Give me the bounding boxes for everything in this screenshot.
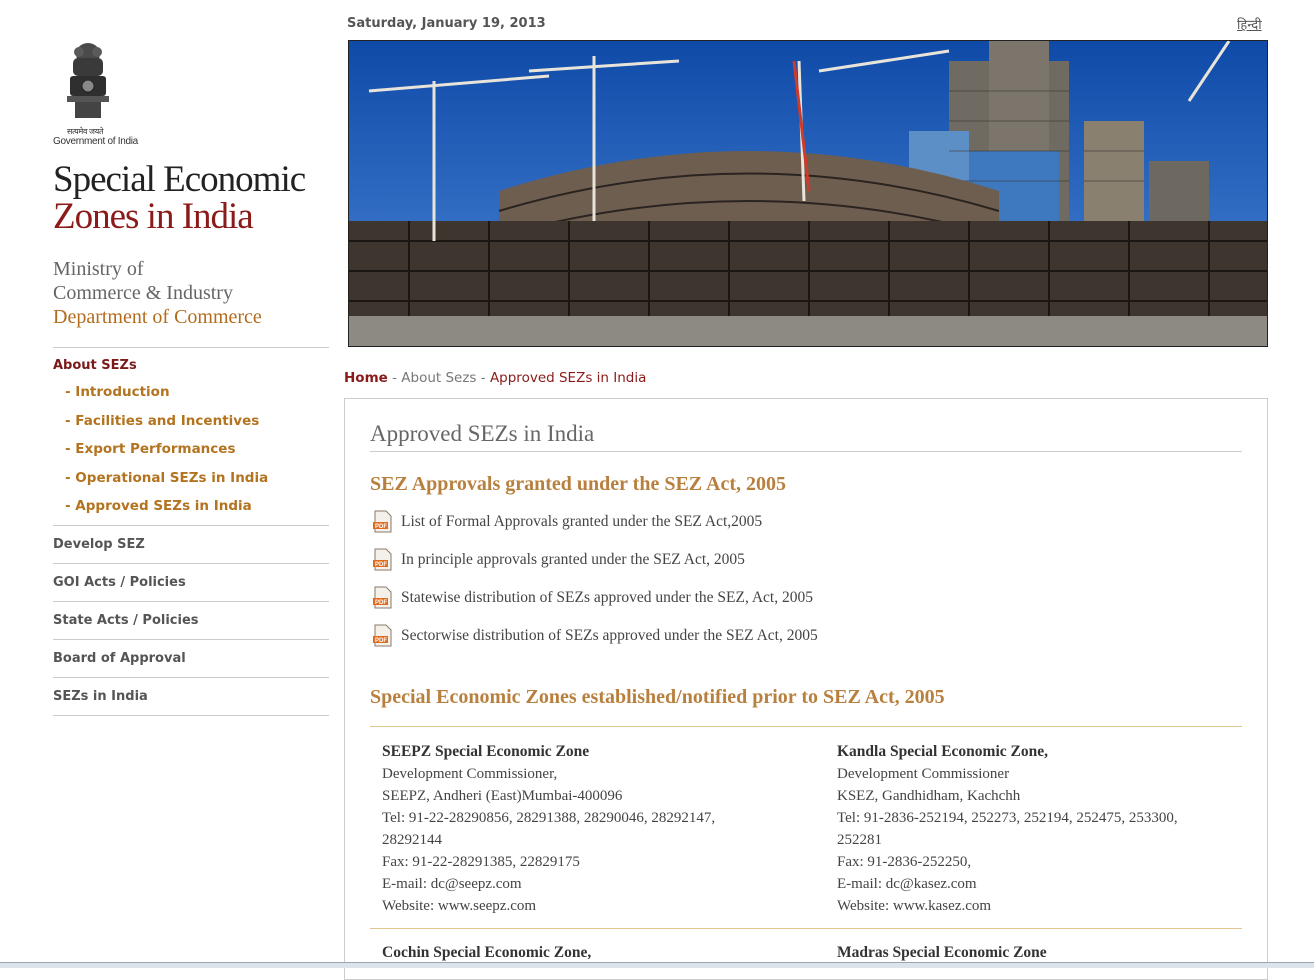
zone-tel-cont: 252281 <box>837 832 882 848</box>
svg-text:PDF: PDF <box>375 524 387 530</box>
document-link-label[interactable]: List of Formal Approvals granted under t… <box>401 513 762 531</box>
zone-contact-cochin: Cochin Special Economic Zone, <box>382 942 762 964</box>
zone-website[interactable]: Website: www.kasez.com <box>837 895 1217 917</box>
breadcrumb: Home - About Sezs - Approved SEZs in Ind… <box>344 370 646 386</box>
national-emblem-logo[interactable]: सत्यमेव जयते Government of India <box>53 40 138 150</box>
sidebar-item-develop-sez[interactable]: Develop SEZ <box>53 524 329 563</box>
zone-tel: Tel: 91-22-28290856, 28291388, 28290046,… <box>382 810 716 826</box>
sidebar-item-goi-acts[interactable]: GOI Acts / Policies <box>53 562 329 601</box>
section-heading-prior-zones: Special Economic Zones established/notif… <box>370 686 945 708</box>
zone-commissioner: Development Commissioner <box>837 766 1010 782</box>
page-title: Approved SEZs in India <box>370 421 595 446</box>
zone-website[interactable]: Website: www.seepz.com <box>382 895 762 917</box>
section-heading-sez-approvals: SEZ Approvals granted under the SEZ Act,… <box>370 473 787 495</box>
hindi-language-link[interactable]: हिन्दी <box>1237 15 1262 33</box>
site-title-line2: Zones in India <box>53 196 254 237</box>
sidebar-item-sezs-in-india[interactable]: SEZs in India <box>53 676 329 716</box>
breadcrumb-separator: - <box>387 370 402 386</box>
zone-contact-seepz: SEEPZ Special Economic Zone Development … <box>382 741 762 917</box>
zone-tel-cont: 28292144 <box>382 832 442 848</box>
breadcrumb-current: Approved SEZs in India <box>489 370 647 386</box>
sidebar-subitem-export-performances[interactable]: - Export Performances <box>53 435 329 464</box>
document-link[interactable]: PDF Sectorwise distribution of SEZs appr… <box>372 623 818 649</box>
title-divider <box>370 451 1242 452</box>
document-link[interactable]: PDF Statewise distribution of SEZs appro… <box>372 585 813 611</box>
sidebar-subitem-facilities[interactable]: - Facilities and Incentives <box>53 407 329 436</box>
sidebar-nav: About SEZs - Introduction - Facilities a… <box>53 347 329 716</box>
zone-fax: Fax: 91-2836-252250, <box>837 854 972 870</box>
sidebar-item-about-sezs[interactable]: About SEZs <box>53 358 329 376</box>
sidebar-subitem-approved-sezs[interactable]: - Approved SEZs in India <box>53 492 329 521</box>
ministry-block: Ministry of Commerce & Industry Departme… <box>53 257 262 329</box>
construction-banner-image <box>348 40 1268 347</box>
zone-tel: Tel: 91-2836-252194, 252273, 252194, 252… <box>837 810 1178 826</box>
zone-fax: Fax: 91-22-28291385, 22829175 <box>382 854 580 870</box>
sidebar-item-board-of-approval[interactable]: Board of Approval <box>53 638 329 677</box>
pdf-file-icon: PDF <box>372 548 394 572</box>
zone-email[interactable]: E-mail: dc@seepz.com <box>382 873 762 895</box>
pdf-file-icon: PDF <box>372 510 394 534</box>
current-date: Saturday, January 19, 2013 <box>347 16 546 31</box>
breadcrumb-separator: - <box>476 370 490 386</box>
pdf-file-icon: PDF <box>372 624 394 648</box>
site-title[interactable]: Special Economic Zones in India <box>53 159 306 237</box>
construction-site-illustration <box>349 41 1267 346</box>
svg-text:PDF: PDF <box>375 638 387 644</box>
zone-name: Kandla Special Economic Zone, <box>837 743 1048 760</box>
document-link-label[interactable]: Statewise distribution of SEZs approved … <box>401 589 813 607</box>
department-name: Department of Commerce <box>53 306 262 328</box>
document-link-label[interactable]: Sectorwise distribution of SEZs approved… <box>401 627 818 645</box>
zone-address: SEEPZ, Andheri (East)Mumbai-400096 <box>382 788 623 804</box>
content-panel: Approved SEZs in India SEZ Approvals gra… <box>344 398 1268 980</box>
document-link-label[interactable]: In principle approvals granted under the… <box>401 551 745 569</box>
sidebar-subitem-operational-sezs[interactable]: - Operational SEZs in India <box>53 464 329 493</box>
ministry-line2: Commerce & Industry <box>53 282 233 304</box>
sidebar-subnav: - Introduction - Facilities and Incentiv… <box>53 378 329 525</box>
ashoka-emblem-icon <box>67 43 109 118</box>
zone-name: SEEPZ Special Economic Zone <box>382 743 590 760</box>
breadcrumb-parent: About Sezs <box>401 370 477 386</box>
zone-email[interactable]: E-mail: dc@kasez.com <box>837 873 1217 895</box>
document-link[interactable]: PDF In principle approvals granted under… <box>372 547 745 573</box>
section-divider <box>370 726 1242 727</box>
site-title-line1: Special Economic <box>53 159 306 200</box>
emblem-caption: Government of India <box>53 136 138 147</box>
sidebar-subitem-introduction[interactable]: - Introduction <box>53 378 329 407</box>
pdf-file-icon: PDF <box>372 586 394 610</box>
svg-text:PDF: PDF <box>375 562 387 568</box>
svg-text:PDF: PDF <box>375 600 387 606</box>
ministry-line1: Ministry of <box>53 258 144 280</box>
zone-name: Madras Special Economic Zone <box>837 944 1047 961</box>
zone-divider <box>370 928 1242 929</box>
zone-commissioner: Development Commissioner, <box>382 766 558 782</box>
zone-contact-madras: Madras Special Economic Zone <box>837 942 1217 964</box>
document-link[interactable]: PDF List of Formal Approvals granted und… <box>372 509 762 535</box>
zone-name: Cochin Special Economic Zone, <box>382 944 592 961</box>
breadcrumb-home-link[interactable]: Home <box>344 370 388 386</box>
horizontal-scrollbar[interactable] <box>0 962 1314 968</box>
sidebar-item-state-acts[interactable]: State Acts / Policies <box>53 600 329 639</box>
zone-address: KSEZ, Gandhidham, Kachchh <box>837 788 1021 804</box>
zone-contact-kandla: Kandla Special Economic Zone, Developmen… <box>837 741 1217 917</box>
